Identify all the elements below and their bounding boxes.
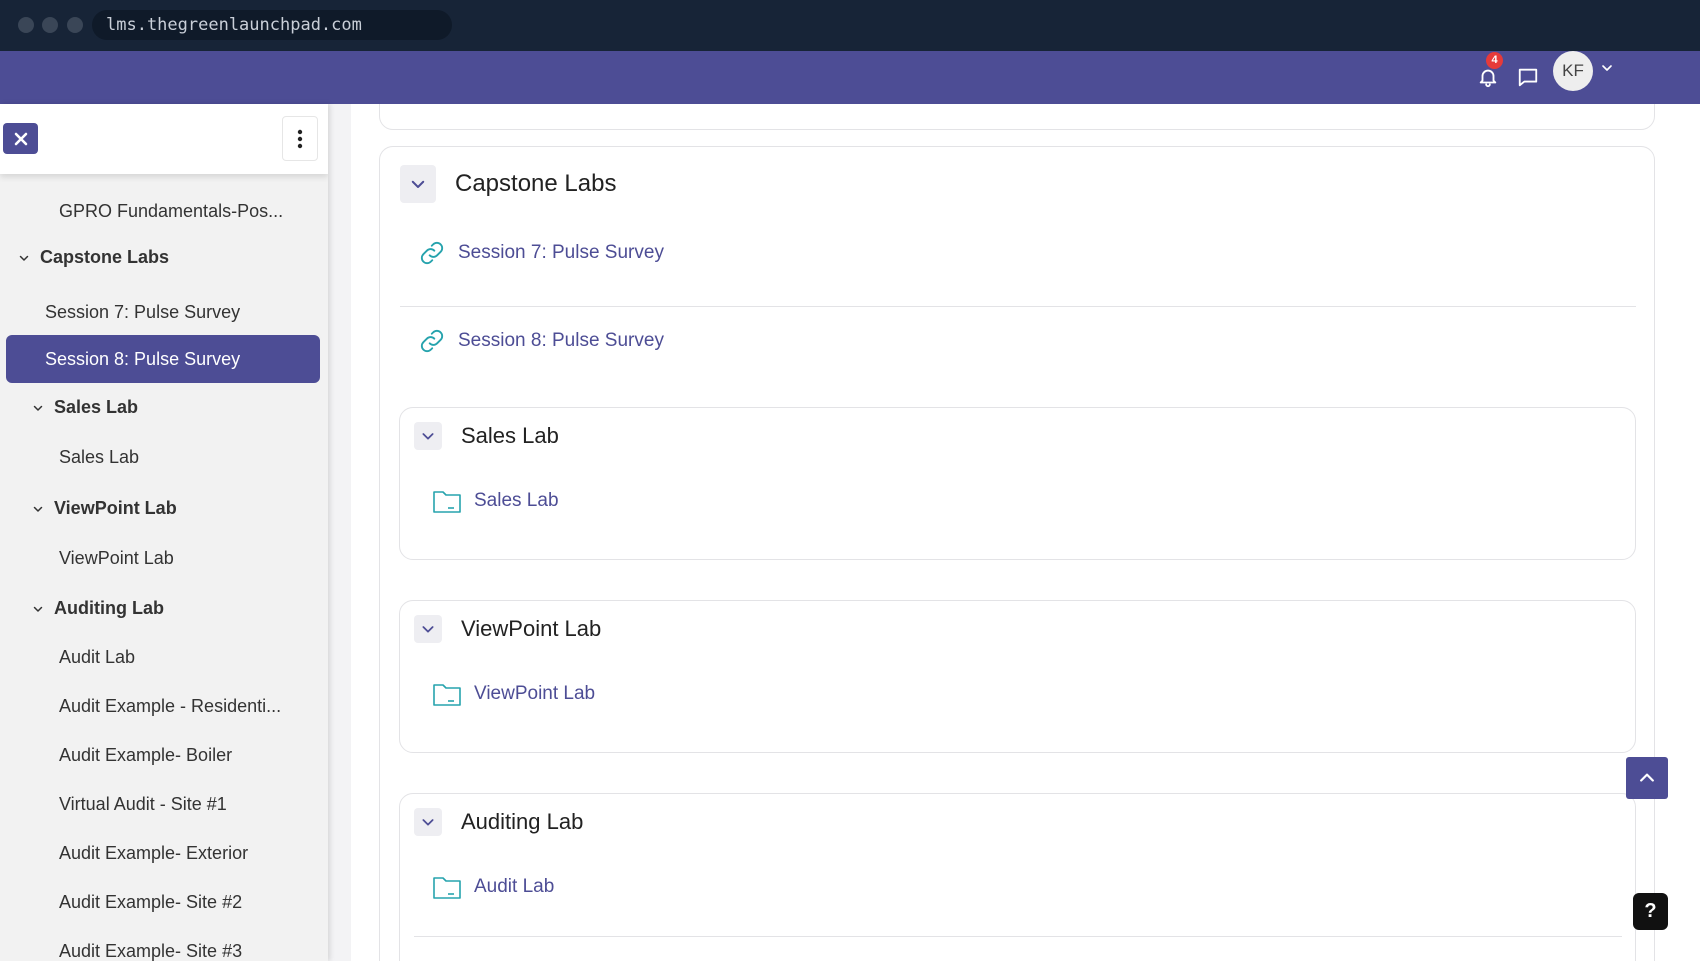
sidebar-group-label: Auditing Lab (54, 598, 164, 618)
sidebar-item-session-7[interactable]: Session 7: Pulse Survey (45, 302, 240, 323)
folder-icon (433, 877, 461, 899)
link-label: Audit Lab (474, 876, 555, 897)
link-label: Session 7: Pulse Survey (458, 242, 664, 263)
sales-lab-card: Sales Lab Sales Lab (399, 407, 1636, 560)
sidebar-group-label: Sales Lab (54, 397, 139, 417)
link-icon (420, 241, 444, 265)
sidebar: GPRO Fundamentals-Pos... Capstone Labs S… (0, 104, 328, 961)
scroll-to-top-button[interactable] (1626, 757, 1668, 799)
link-label: Session 8: Pulse Survey (458, 330, 664, 351)
sidebar-menu-button[interactable] (282, 116, 318, 161)
sidebar-item-audit-example-exterior[interactable]: Audit Example- Exterior (59, 843, 248, 864)
link-label: ViewPoint Lab (474, 683, 596, 704)
sidebar-item-gpro-fundamentals[interactable]: GPRO Fundamentals-Pos... (59, 201, 304, 222)
url-bar[interactable]: lms.thegreenlaunchpad.com (92, 10, 452, 40)
capstone-labs-card: Capstone Labs Session 7: Pulse Survey Se… (379, 146, 1655, 961)
capstone-labs-title: Capstone Labs (455, 170, 617, 197)
sales-lab-title: Sales Lab (461, 423, 559, 448)
sidebar-group-viewpoint-lab[interactable]: ViewPoint Lab (32, 498, 177, 519)
close-sidebar-button[interactable] (3, 123, 38, 154)
viewpoint-lab-title: ViewPoint Lab (461, 616, 602, 641)
sidebar-item-session-8[interactable]: Session 8: Pulse Survey (45, 349, 240, 370)
close-icon (14, 132, 27, 145)
chevron-down-icon (422, 433, 434, 440)
window-minimize-dot[interactable] (42, 17, 58, 33)
sidebar-header (0, 104, 328, 174)
window-maximize-dot[interactable] (67, 17, 83, 33)
browser-bar: lms.thegreenlaunchpad.com (0, 0, 1700, 51)
auditing-lab-card: Auditing Lab Audit Lab (399, 793, 1636, 961)
sidebar-item-viewpoint-lab[interactable]: ViewPoint Lab (59, 548, 174, 569)
chevron-down-icon (33, 405, 43, 411)
viewpoint-lab-link[interactable]: ViewPoint Lab (432, 681, 595, 707)
chevron-down-icon (422, 626, 434, 633)
chevron-down-icon (19, 255, 29, 261)
main-content: Capstone Labs Session 7: Pulse Survey Se… (351, 104, 1700, 961)
chat-icon[interactable] (1510, 59, 1546, 95)
kebab-menu-icon (297, 129, 303, 148)
chevron-up-icon (1640, 773, 1654, 782)
sidebar-item-audit-example-residential[interactable]: Audit Example - Residenti... (59, 696, 304, 717)
audit-lab-link[interactable]: Audit Lab (432, 874, 554, 900)
chevron-down-icon (33, 506, 43, 512)
app-header (0, 51, 1700, 104)
auditing-lab-toggle[interactable] (414, 808, 442, 836)
link-icon (420, 329, 444, 353)
chevron-down-icon (422, 819, 434, 826)
folder-icon (433, 491, 461, 513)
sales-lab-toggle[interactable] (414, 422, 442, 450)
sidebar-group-label: Capstone Labs (40, 247, 170, 267)
avatar[interactable]: KF (1553, 51, 1593, 91)
sales-lab-link[interactable]: Sales Lab (432, 488, 559, 514)
sidebar-item-audit-lab[interactable]: Audit Lab (59, 647, 135, 668)
link-label: Sales Lab (474, 490, 559, 511)
chevron-down-icon (411, 180, 425, 188)
help-button[interactable]: ? (1633, 893, 1668, 930)
sidebar-item-virtual-audit-site-1[interactable]: Virtual Audit - Site #1 (59, 794, 227, 815)
sidebar-item-audit-example-boiler[interactable]: Audit Example- Boiler (59, 745, 232, 766)
sidebar-group-capstone-labs[interactable]: Capstone Labs (18, 247, 169, 268)
folder-icon (433, 684, 461, 706)
previous-section-card (379, 104, 1655, 130)
notification-badge: 4 (1486, 52, 1503, 69)
sidebar-item-sales-lab[interactable]: Sales Lab (59, 447, 139, 468)
auditing-lab-title: Auditing Lab (461, 809, 584, 834)
viewpoint-lab-toggle[interactable] (414, 615, 442, 643)
sidebar-group-label: ViewPoint Lab (54, 498, 177, 518)
viewpoint-lab-card: ViewPoint Lab ViewPoint Lab (399, 600, 1636, 753)
sidebar-group-sales-lab[interactable]: Sales Lab (32, 397, 138, 418)
window-close-dot[interactable] (18, 17, 34, 33)
capstone-labs-toggle[interactable] (400, 165, 436, 203)
divider (414, 936, 1622, 937)
sidebar-group-auditing-lab[interactable]: Auditing Lab (32, 598, 164, 619)
capstone-link-session-7[interactable]: Session 7: Pulse Survey (418, 239, 664, 267)
sidebar-item-audit-example-site-2[interactable]: Audit Example- Site #2 (59, 892, 242, 913)
chevron-down-icon (33, 606, 43, 612)
chevron-down-icon[interactable] (1599, 60, 1615, 76)
capstone-link-session-8[interactable]: Session 8: Pulse Survey (418, 327, 664, 355)
sidebar-item-audit-example-site-3[interactable]: Audit Example- Site #3 (59, 941, 242, 961)
divider (400, 306, 1636, 307)
